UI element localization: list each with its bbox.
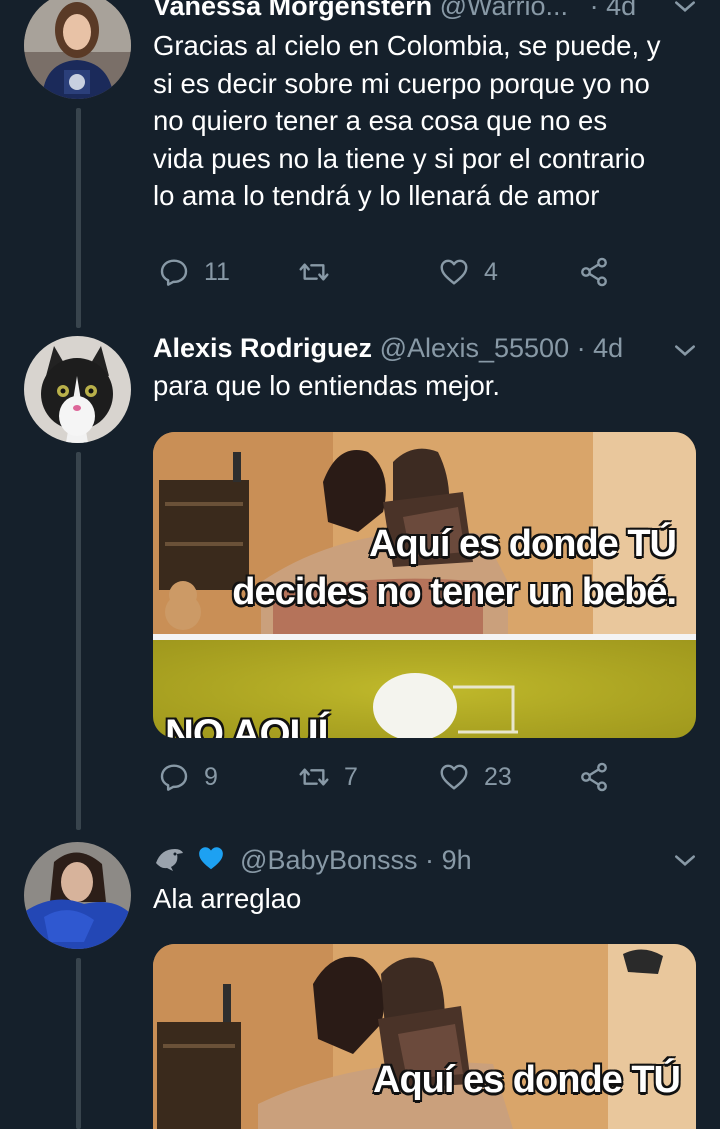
handle[interactable]: @Alexis_55500	[380, 333, 570, 363]
tweet-text-line: para que lo entiendas mejor.	[153, 370, 501, 401]
tweet-header: Alexis Rodriguez @Alexis_55500 · 4d	[153, 332, 623, 364]
retweet-button[interactable]: 7	[298, 757, 358, 797]
separator: ·	[576, 333, 586, 363]
image-caption-line: decides no tener un bebé.	[232, 571, 677, 613]
tweet-image[interactable]: Aquí es donde TÚ	[153, 944, 696, 1129]
tweet-header: @BabyBonsss · 9h	[153, 843, 472, 876]
image-caption: Aquí es donde TÚ decides no tener un beb…	[232, 520, 677, 616]
retweet-icon	[299, 768, 329, 786]
reply-button[interactable]: 9	[158, 757, 218, 797]
reply-button[interactable]: 11	[158, 252, 230, 292]
handle[interactable]: @BabyBonsss	[240, 845, 418, 875]
tweet-text-line: si es decir sobre mi cuerpo porque yo no	[153, 67, 650, 99]
handle[interactable]: @Warrio...	[440, 0, 568, 21]
tweet-text-line: vida pues no la tiene y si por el contra…	[153, 142, 646, 174]
chevron-down-icon[interactable]	[672, 848, 698, 874]
tweet-actions: 9 7 23	[153, 757, 633, 797]
image-caption-line: Aquí es donde TÚ	[373, 1059, 681, 1101]
heart-icon	[440, 764, 468, 790]
reply-icon	[160, 259, 188, 286]
like-button[interactable]: 23	[438, 757, 512, 797]
chevron-down-icon[interactable]	[672, 338, 698, 364]
blue-heart-icon	[195, 843, 227, 873]
display-name[interactable]: Vanessa Morgenstern	[153, 0, 432, 21]
thread-line	[76, 452, 81, 830]
thread-line	[76, 958, 81, 1129]
avatar[interactable]	[24, 842, 131, 949]
retweet-icon	[299, 263, 329, 281]
tweet-text: Ala arreglao	[153, 880, 698, 918]
like-count: 4	[484, 257, 498, 286]
separator: ·	[425, 845, 435, 875]
share-icon	[581, 257, 607, 287]
reply-count: 9	[204, 762, 218, 791]
tweet-text: Gracias al cielo en Colombia, se puede, …	[153, 27, 698, 215]
tweet-text-line: Gracias al cielo en Colombia, se puede, …	[153, 30, 661, 61]
share-button[interactable]	[578, 757, 610, 797]
retweet-button[interactable]	[298, 252, 344, 292]
reply-count: 11	[204, 257, 230, 286]
display-name[interactable]: Alexis Rodriguez	[153, 333, 372, 363]
timestamp[interactable]: 4d	[606, 0, 636, 21]
timestamp[interactable]: 9h	[442, 845, 472, 875]
heart-icon	[440, 259, 468, 285]
tweet-text-line: no quiero tener a esa cosa que no es	[153, 105, 608, 136]
share-button[interactable]	[578, 252, 610, 292]
share-icon	[581, 762, 607, 792]
thread-line	[76, 108, 81, 328]
tweet-text-line: Ala arreglao	[153, 883, 302, 914]
separator: ·	[589, 0, 599, 21]
avatar[interactable]	[24, 336, 131, 443]
retweet-count: 7	[344, 762, 358, 791]
timestamp[interactable]: 4d	[593, 333, 623, 363]
dolphin-icon	[153, 843, 185, 873]
like-button[interactable]: 4	[438, 252, 498, 292]
avatar[interactable]	[24, 0, 131, 99]
chevron-down-icon[interactable]	[672, 0, 698, 20]
like-count: 23	[484, 762, 512, 791]
reply-icon	[160, 764, 188, 791]
tweet-text-line: lo ama lo tendrá y lo llenará de amor	[153, 180, 600, 211]
tweet-header: Vanessa Morgenstern @Warrio... · 4d	[153, 0, 636, 22]
tweet-text: para que lo entiendas mejor.	[153, 367, 698, 405]
tweet-image[interactable]: Aquí es donde TÚ decides no tener un beb…	[153, 432, 696, 738]
image-bottom-text: NO AQUÍ	[165, 712, 329, 738]
tweet-actions: 11 4	[153, 252, 633, 292]
image-caption-line: Aquí es donde TÚ	[369, 523, 677, 565]
image-caption: Aquí es donde TÚ	[373, 1056, 681, 1104]
